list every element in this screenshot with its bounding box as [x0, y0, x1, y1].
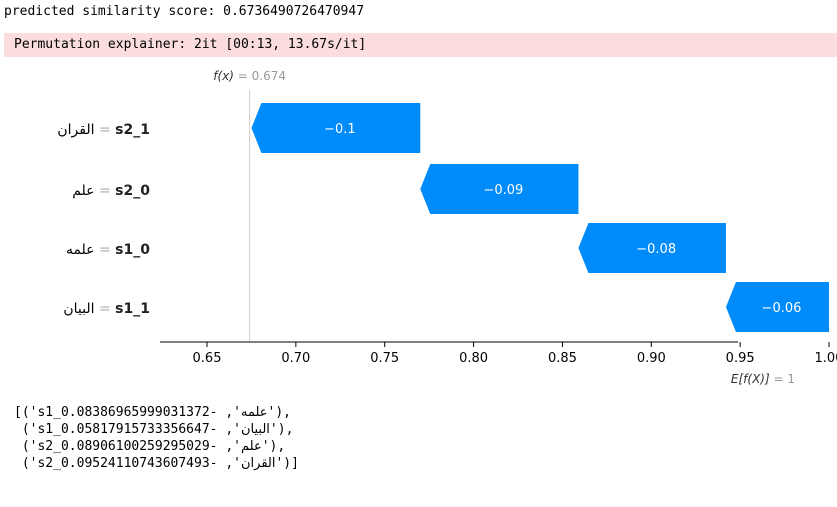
- output-line-suffix: '),: [267, 405, 292, 420]
- expected-value-label: E[f(X)] = 1: [731, 372, 795, 386]
- x-tick-label: 0.75: [370, 351, 399, 366]
- output-line-suffix: '),: [269, 422, 294, 437]
- ytick-label-s2_0: علم = s2_0: [72, 183, 150, 199]
- output-line: ('s1_0.05817915733356647- ,'البيان'),: [14, 421, 299, 438]
- x-tick-label: 1.00: [815, 351, 837, 366]
- output-line-prefix: ('s1_0.05817915733356647- ,': [14, 422, 241, 437]
- ytick-label-s1_1: البيان = s1_1: [63, 301, 150, 317]
- x-tick-label: 0.65: [193, 351, 222, 366]
- output-line-word: علمه: [240, 405, 268, 420]
- ytick-label-s1_0: علمه = s1_0: [66, 242, 150, 258]
- fx-label: f(x) = 0.674: [213, 69, 286, 83]
- similarity-score-output: predicted similarity score: 0.6736490726…: [4, 4, 365, 19]
- output-line-suffix: '),: [261, 439, 286, 454]
- output-line-word: القران: [240, 456, 276, 471]
- output-line-word: علم: [240, 439, 262, 454]
- output-line: [('s1_0.08386965999031372- ,'علمه'),: [14, 404, 299, 421]
- output-line: ('s2_0.08906100259295029- ,'علم'),: [14, 438, 299, 455]
- output-line: ('s2_0.09524110743607493- ,'القران')]: [14, 455, 299, 472]
- output-line-prefix: ('s2_0.08906100259295029- ,': [14, 439, 241, 454]
- shap-waterfall-chart: f(x) = 0.674 −0.1 −0.09 −0.08 −0.06 القران …: [57, 69, 837, 386]
- result-list-output: [('s1_0.08386965999031372- ,'علمه'), ('s…: [14, 404, 299, 472]
- x-tick-label: 0.90: [637, 351, 666, 366]
- output-line-prefix: ('s2_0.09524110743607493- ,': [14, 456, 241, 471]
- bar-label-s1_1: −0.06: [762, 301, 802, 316]
- output-line-prefix: [('s1_0.08386965999031372- ,': [14, 405, 241, 420]
- x-tick-label: 0.70: [281, 351, 310, 366]
- bar-label-s2_0: −0.09: [483, 183, 523, 198]
- ytick-label-s2_1: القران = s2_1: [57, 122, 150, 138]
- x-tick-label: 0.85: [548, 351, 577, 366]
- bar-label-s2_1: −0.1: [324, 122, 356, 137]
- output-line-suffix: ')]: [275, 456, 299, 471]
- bar-label-s1_0: −0.08: [636, 242, 676, 257]
- x-tick-label: 0.80: [459, 351, 488, 366]
- x-tick-label: 0.95: [726, 351, 755, 366]
- progress-output: Permutation explainer: 2it [00:13, 13.67…: [14, 37, 367, 52]
- output-line-word: البيان: [240, 422, 270, 437]
